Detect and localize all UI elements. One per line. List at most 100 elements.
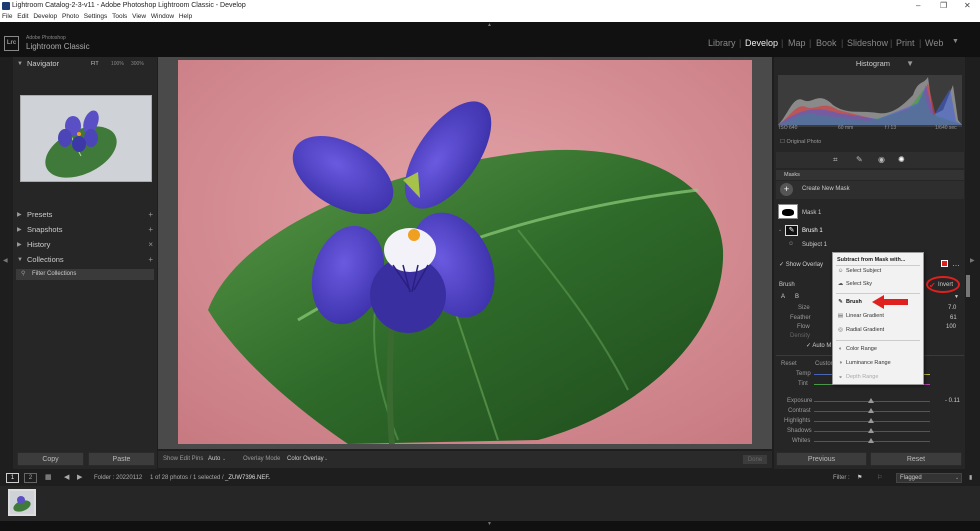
mask1-label[interactable]: Mask 1 [802, 210, 821, 216]
filmstrip-collapse-icon[interactable]: ▼ [487, 521, 492, 527]
primary-display-button[interactable]: 1 [6, 473, 19, 483]
add-mask-icon[interactable]: + [780, 183, 793, 196]
add-snapshot-icon[interactable]: + [148, 223, 153, 237]
histogram[interactable] [778, 75, 962, 127]
exposure-value[interactable]: - 0.11 [945, 398, 960, 404]
menu-help[interactable]: Help [179, 13, 192, 20]
chevron-down-icon[interactable]: ▼ [954, 294, 959, 300]
subtract-mask-menu: Subtract from Mask with... ☺ Select Subje… [832, 252, 924, 385]
shadows-slider-knob[interactable] [868, 428, 874, 433]
size-value[interactable]: 7.0 [948, 305, 956, 311]
show-overlay-checkbox[interactable]: ✓ Show Overlay [779, 261, 823, 268]
flag-filter-icon[interactable]: ⚑ [857, 470, 862, 486]
menu-item-radial-gradient[interactable]: ◎ Radial Gradient [837, 327, 884, 333]
contrast-slider-knob[interactable] [868, 408, 874, 413]
menu-view[interactable]: View [132, 13, 146, 20]
zoom-100[interactable]: 100% [111, 57, 124, 71]
redeye-tool-icon[interactable]: ◉ [878, 155, 885, 164]
add-collection-icon[interactable]: + [148, 253, 153, 267]
snapshots-header[interactable]: ▶ Snapshots + [13, 223, 157, 237]
history-header[interactable]: ▶ History × [13, 238, 157, 252]
minimize-icon[interactable]: – [916, 0, 920, 12]
zoom-fit[interactable]: FIT [91, 57, 99, 71]
reset-label[interactable]: Reset [781, 361, 797, 367]
menu-develop[interactable]: Develop [33, 13, 57, 20]
more-options-icon[interactable]: … [952, 259, 960, 268]
filmstrip-thumbnail[interactable] [8, 489, 36, 516]
secondary-display-button[interactable]: 2 [24, 473, 37, 483]
subject1-label[interactable]: Subject 1 [802, 242, 827, 248]
whites-slider-knob[interactable] [868, 438, 874, 443]
flagged-select[interactable]: Flagged [896, 473, 962, 483]
right-panel-collapse-icon[interactable]: ▶ [970, 257, 975, 264]
menu-item-luminance-range[interactable]: ◑ Luminance Range [837, 360, 891, 366]
navigator-header[interactable]: ▼ Navigator FIT 100% 300% [13, 57, 157, 71]
highlights-slider-knob[interactable] [868, 418, 874, 423]
histogram-header[interactable]: Histogram ▼ [774, 57, 918, 71]
previous-button[interactable]: Previous [776, 452, 867, 466]
paste-button[interactable]: Paste [88, 452, 155, 466]
zoom-300[interactable]: 300% [131, 57, 144, 71]
brush1-label[interactable]: Brush 1 [802, 228, 823, 234]
menu-item-brush[interactable]: ✎ Brush [837, 299, 862, 305]
menu-item-select-subject[interactable]: ☺ Select Subject [837, 268, 881, 274]
add-preset-icon[interactable]: + [148, 208, 153, 222]
module-map[interactable]: Map [788, 38, 806, 48]
brush-component-icon[interactable]: ✎ [785, 225, 798, 236]
chevron-down-icon[interactable]: ⌄ [267, 470, 271, 486]
crop-tool-icon[interactable]: ⌗ [833, 155, 838, 165]
menu-item-color-range[interactable]: ◐ Color Range [837, 346, 877, 352]
auto-mask-checkbox[interactable]: ✓ Auto M [806, 342, 831, 349]
masking-tool-icon[interactable]: ✺ [898, 155, 905, 164]
chevron-down-icon[interactable]: ⌄ [778, 227, 782, 233]
module-print[interactable]: Print [896, 38, 915, 48]
module-web[interactable]: Web [925, 38, 943, 48]
reset-button[interactable]: Reset [870, 452, 962, 466]
overlay-mode-select[interactable]: Color Overlay [287, 451, 324, 468]
filter-label: Filter : [833, 475, 850, 481]
invert-checkbox[interactable]: Invert [938, 282, 953, 288]
module-menu-icon[interactable]: ▼ [952, 38, 959, 45]
back-arrow-icon[interactable]: ◀ [64, 470, 69, 486]
done-button[interactable]: Done [742, 454, 768, 465]
feather-value[interactable]: 61 [950, 315, 957, 321]
filter-collections-row[interactable]: ⚲ Filter Collections [16, 269, 154, 280]
original-photo-checkbox[interactable]: ☐ Original Photo [780, 139, 821, 145]
top-panel-collapse-icon[interactable]: ▲ [487, 22, 492, 28]
main-photo[interactable] [178, 60, 752, 444]
menu-edit[interactable]: Edit [17, 13, 28, 20]
module-book[interactable]: Book [816, 38, 837, 48]
module-slideshow[interactable]: Slideshow [847, 38, 888, 48]
flow-value[interactable]: 100 [946, 324, 956, 330]
forward-arrow-icon[interactable]: ▶ [77, 470, 82, 486]
brush-a-tab[interactable]: A [781, 294, 785, 300]
brush-b-tab[interactable]: B [795, 294, 799, 300]
collections-header[interactable]: ▼ Collections + [13, 253, 157, 267]
presets-header[interactable]: ▶ Presets + [13, 208, 157, 222]
close-icon[interactable]: ✕ [964, 0, 971, 12]
module-library[interactable]: Library [708, 38, 736, 48]
overlay-color-swatch[interactable] [941, 260, 948, 267]
left-panel-collapse-icon[interactable]: ◀ [3, 257, 8, 264]
grid-view-icon[interactable]: ▦ [45, 470, 52, 486]
panel-scrollbar[interactable] [966, 275, 970, 297]
flag-off-icon[interactable]: ⚐ [877, 470, 882, 486]
navigator-preview[interactable] [20, 95, 152, 182]
menu-item-select-sky[interactable]: ☁ Select Sky [837, 281, 872, 287]
menu-photo[interactable]: Photo [62, 13, 79, 20]
menu-tools[interactable]: Tools [112, 13, 127, 20]
menu-file[interactable]: File [2, 13, 12, 20]
module-develop[interactable]: Develop [745, 38, 778, 48]
filter-lock-icon[interactable]: ▮ [969, 470, 972, 486]
edit-pins-select[interactable]: Auto [208, 451, 220, 468]
healing-tool-icon[interactable]: ✎ [856, 155, 863, 164]
clear-history-icon[interactable]: × [148, 238, 153, 252]
menu-settings[interactable]: Settings [84, 13, 108, 20]
copy-button[interactable]: Copy [17, 452, 84, 466]
menu-item-linear-gradient[interactable]: ▤ Linear Gradient [837, 313, 884, 319]
create-new-mask-row[interactable]: + Create New Mask [776, 181, 964, 199]
mask1-thumbnail[interactable] [778, 204, 798, 219]
menu-window[interactable]: Window [151, 13, 174, 20]
exposure-slider-knob[interactable] [868, 398, 874, 403]
maximize-icon[interactable]: ❐ [940, 0, 947, 12]
